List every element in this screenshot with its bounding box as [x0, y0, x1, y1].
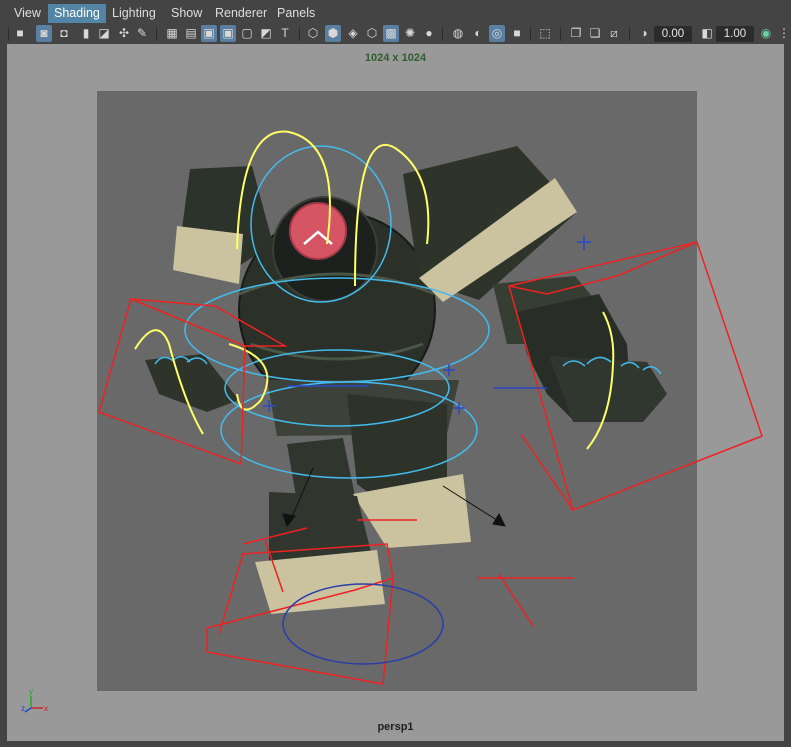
safe-title-icon[interactable]: T	[277, 25, 293, 42]
toolbar-separator	[442, 27, 443, 41]
bookmark-camera-icon[interactable]: ◘	[56, 25, 72, 42]
xray-active-components-icon[interactable]: ⧄	[606, 25, 622, 42]
exposure-value[interactable]: 0.00	[654, 26, 692, 42]
grid-icon[interactable]: ▦	[164, 25, 180, 42]
camera-label: persp1	[377, 721, 414, 733]
multisample-aa-icon[interactable]: ◎	[489, 25, 505, 42]
shadows-icon[interactable]: ●	[421, 25, 437, 42]
more-options-icon[interactable]: ⋮	[776, 25, 791, 42]
gamma-icon[interactable]: ◧	[699, 25, 715, 42]
svg-text:z: z	[21, 704, 25, 713]
menu-shading[interactable]: Shading	[48, 4, 106, 23]
xray-icon[interactable]: ❐	[568, 25, 584, 42]
field-chart-icon[interactable]: ▢	[239, 25, 255, 42]
resolution-gate-icon[interactable]: ▣	[201, 25, 217, 42]
gate-mask-icon[interactable]: ▣	[220, 25, 236, 42]
film-gate-icon[interactable]: ▤	[183, 25, 199, 42]
camera-attributes-icon[interactable]: ◙	[36, 25, 52, 42]
gamma-value[interactable]: 1.00	[716, 26, 754, 42]
xray-joints-icon[interactable]: ❏	[587, 25, 603, 42]
panel-toolbar: ■ ◙ ◘ ▮ ◪ ✣ ✎ ▦ ▤ ▣ ▣ ▢ ◩ T ⬡ ⬢ ◈ ⬡ ▩ ✺ …	[0, 24, 791, 44]
toolbar-separator	[8, 27, 9, 41]
lights-icon[interactable]: ✺	[402, 25, 418, 42]
menu-view[interactable]: View	[8, 4, 47, 23]
toolbar-separator	[530, 27, 531, 41]
image-plane-icon[interactable]: ◪	[96, 25, 112, 42]
menu-lighting[interactable]: Lighting	[106, 4, 162, 23]
wireframe-on-shaded-icon[interactable]: ◈	[345, 25, 361, 42]
toolbar-separator	[560, 27, 561, 41]
isolate-select-icon[interactable]: ⬚	[537, 25, 553, 42]
menu-show[interactable]: Show	[165, 4, 208, 23]
menu-panels[interactable]: Panels	[271, 4, 321, 23]
safe-action-icon[interactable]: ◩	[258, 25, 274, 42]
color-management-icon[interactable]: ◉	[758, 25, 774, 42]
toolbar-separator	[156, 27, 157, 41]
textured-icon[interactable]: ▩	[383, 25, 399, 42]
smooth-shade-icon[interactable]: ⬢	[325, 25, 341, 42]
wireframe-icon[interactable]: ⬡	[305, 25, 321, 42]
viewport-panel[interactable]: 1024 x 1024 y x z persp1	[7, 44, 784, 741]
2d-pan-zoom-icon[interactable]: ✣	[116, 25, 132, 42]
toolbar-separator	[299, 27, 300, 41]
default-material-icon[interactable]: ⬡	[364, 25, 380, 42]
svg-text:x: x	[44, 704, 48, 713]
menu-renderer[interactable]: Renderer	[209, 4, 273, 23]
scene-rig-svg	[98, 130, 763, 685]
depth-of-field-icon[interactable]: ■	[509, 25, 525, 42]
grease-pencil-icon[interactable]: ✎	[134, 25, 150, 42]
ambient-occlusion-icon[interactable]: ◍	[450, 25, 466, 42]
toolbar-separator	[629, 27, 630, 41]
robot-mesh[interactable]	[145, 146, 667, 614]
bookmark-icon[interactable]: ▮	[78, 25, 94, 42]
panel-menu-bar: View Shading Lighting Show Renderer Pane…	[0, 0, 791, 27]
view-axis-icon: y x z	[21, 687, 48, 713]
exposure-icon[interactable]: ◑	[636, 25, 652, 42]
svg-text:y: y	[29, 687, 33, 696]
select-camera-icon[interactable]: ■	[12, 25, 28, 42]
motion-blur-icon[interactable]: ◐	[470, 25, 486, 42]
